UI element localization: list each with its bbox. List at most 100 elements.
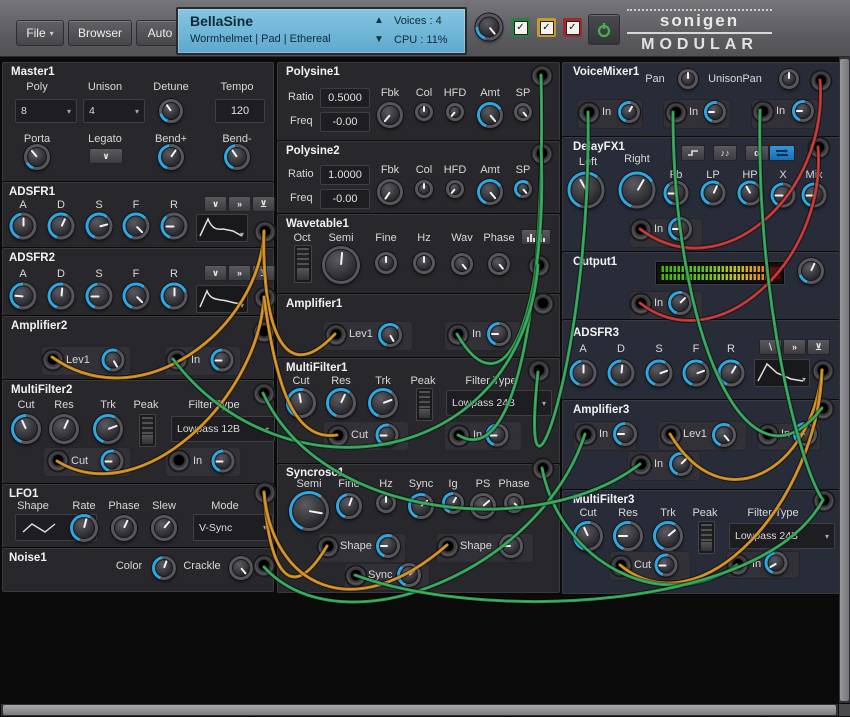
rate-knob[interactable]	[70, 514, 98, 542]
in2-knob[interactable]	[793, 422, 817, 446]
wavetable-browser-button[interactable]	[521, 229, 551, 245]
res-knob[interactable]	[49, 414, 79, 444]
output-level-knob[interactable]	[798, 258, 824, 284]
amplifier3-in3-port[interactable]	[631, 455, 651, 475]
in1-knob[interactable]	[618, 101, 640, 123]
x-knob[interactable]	[770, 182, 796, 208]
filter-type-select[interactable]: Lowpass 24B ▾	[729, 523, 835, 549]
in-knob[interactable]	[487, 322, 511, 346]
cut-mod-knob[interactable]	[100, 449, 124, 473]
adsfr2-output-port[interactable]	[255, 288, 275, 308]
env-retrig-button[interactable]: ⊻	[252, 265, 275, 281]
bend-minus-knob[interactable]	[224, 144, 250, 170]
ratio-field[interactable]: 0.5000	[320, 88, 370, 108]
syncrosc1-shape2-port[interactable]	[438, 537, 458, 557]
in1-knob[interactable]	[613, 422, 637, 446]
amplifier2-lev1-port[interactable]	[43, 350, 63, 370]
tempo-field[interactable]: 120	[215, 99, 265, 123]
env-curve-button[interactable]: ∨	[204, 265, 227, 281]
env-retrig-button[interactable]: ⊻	[807, 339, 830, 355]
legato-toggle[interactable]: ∨	[89, 148, 123, 164]
decay-knob[interactable]	[47, 212, 75, 240]
cut-knob[interactable]	[11, 414, 41, 444]
patch-display[interactable]: BellaSine Wormhelmet | Pad | Ethereal ▲ …	[176, 7, 467, 55]
in3-knob[interactable]	[669, 452, 693, 476]
polysine1-output-port[interactable]	[532, 66, 552, 86]
envelope-display[interactable]: ▾	[196, 214, 248, 242]
lev1-knob[interactable]	[378, 323, 402, 347]
multifilter3-output-port[interactable]	[814, 491, 834, 511]
unison-select[interactable]: 4 ▾	[83, 99, 145, 123]
trk-knob[interactable]	[368, 388, 398, 418]
noise1-output-port[interactable]	[254, 556, 274, 576]
detune-knob[interactable]	[159, 99, 183, 123]
polysine2-output-port[interactable]	[532, 144, 552, 164]
multifilter2-cut-port[interactable]	[48, 451, 68, 471]
amplifier2-in-port[interactable]	[167, 350, 187, 370]
release-knob[interactable]	[160, 282, 188, 310]
in3-knob[interactable]	[792, 100, 814, 122]
checkbox-yellow[interactable]: ✓	[537, 18, 556, 37]
syncrosc1-output-port[interactable]	[533, 459, 553, 479]
env-curve-button[interactable]: ∨	[204, 196, 227, 212]
mix-knob[interactable]	[801, 182, 827, 208]
cut-mod-knob[interactable]	[375, 423, 399, 447]
pan-knob[interactable]	[678, 69, 698, 89]
delayfx1-in-port[interactable]	[631, 220, 651, 240]
cut-mod-knob[interactable]	[654, 553, 678, 577]
syncrosc1-shape1-port[interactable]	[318, 537, 338, 557]
fbk-knob[interactable]	[377, 179, 403, 205]
multifilter2-in-port[interactable]	[169, 451, 189, 471]
shape1-knob[interactable]	[376, 534, 400, 558]
amplifier3-output-port[interactable]	[813, 399, 833, 419]
decay-knob[interactable]	[607, 359, 635, 387]
master-volume-knob[interactable]	[475, 13, 503, 41]
hz-knob[interactable]	[376, 493, 396, 513]
output1-in-port[interactable]	[631, 294, 651, 314]
in-knob[interactable]	[668, 217, 692, 241]
attack-knob[interactable]	[9, 282, 37, 310]
delay-slope-button[interactable]	[681, 145, 705, 161]
fine-knob[interactable]	[375, 252, 397, 274]
browser-button[interactable]: Browser	[68, 20, 132, 46]
crackle-knob[interactable]	[229, 556, 253, 580]
phase-knob[interactable]	[488, 253, 510, 275]
fade-knob[interactable]	[122, 282, 150, 310]
semi-knob[interactable]	[289, 491, 329, 531]
trk-knob[interactable]	[653, 521, 683, 551]
hp-knob[interactable]	[737, 180, 763, 206]
wav-knob[interactable]	[451, 253, 473, 275]
fine-knob[interactable]	[336, 493, 362, 519]
phase-knob[interactable]	[111, 515, 137, 541]
poly-select[interactable]: 8 ▾	[15, 99, 77, 123]
delay-pingpong-button[interactable]	[769, 145, 795, 161]
multifilter3-cut-port[interactable]	[611, 556, 631, 576]
lev1-knob[interactable]	[101, 348, 125, 372]
fb-knob[interactable]	[663, 180, 689, 206]
horizontal-scrollbar[interactable]	[1, 704, 838, 716]
delay-freeze-button[interactable]: α	[745, 145, 769, 161]
adsfr3-output-port[interactable]	[813, 361, 833, 381]
amt-knob[interactable]	[477, 102, 503, 128]
lp-knob[interactable]	[700, 180, 726, 206]
sync-knob[interactable]	[408, 493, 434, 519]
lfo-mode-select[interactable]: V-Sync ▾	[193, 514, 273, 541]
env-retrig-button[interactable]: ⊻	[252, 196, 275, 212]
env-loop-button[interactable]: »	[783, 339, 806, 355]
horizontal-scrollbar-thumb[interactable]	[3, 705, 836, 715]
porta-knob[interactable]	[24, 144, 50, 170]
amplifier3-in1-port[interactable]	[576, 425, 596, 445]
in-knob[interactable]	[485, 423, 509, 447]
vertical-scrollbar-thumb[interactable]	[840, 59, 849, 701]
env-loop-button[interactable]: »	[228, 196, 251, 212]
in-knob[interactable]	[764, 551, 788, 575]
res-knob[interactable]	[613, 521, 643, 551]
filter-type-select[interactable]: Lowpass 12B ▾	[171, 416, 275, 442]
ig-knob[interactable]	[442, 492, 464, 514]
attack-knob[interactable]	[9, 212, 37, 240]
cut-knob[interactable]	[286, 388, 316, 418]
voicemixer1-in3-port[interactable]	[753, 102, 773, 122]
in-knob[interactable]	[668, 291, 692, 315]
attack-knob[interactable]	[569, 359, 597, 387]
voicemixer1-in2-port[interactable]	[666, 103, 686, 123]
